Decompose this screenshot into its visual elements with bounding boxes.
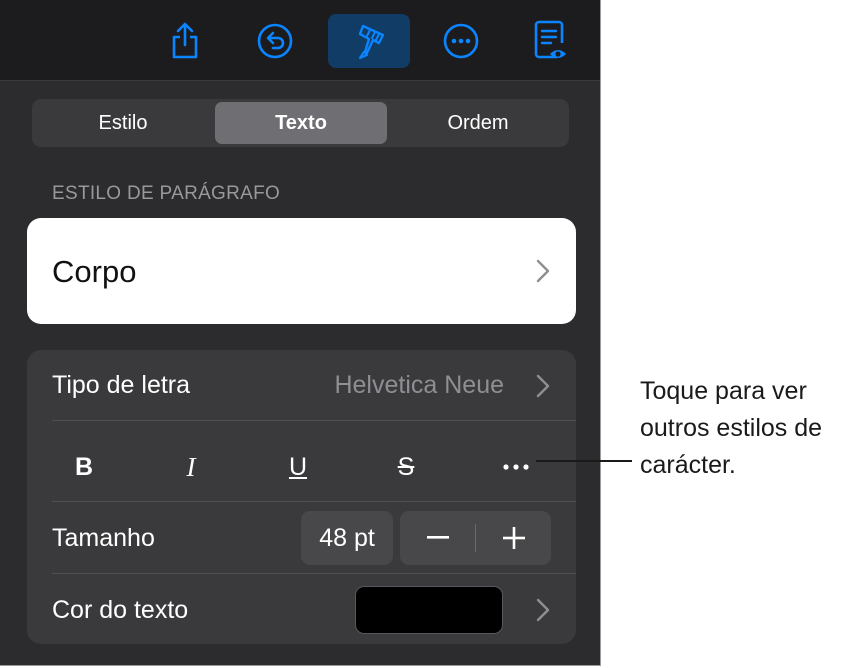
format-content: Estilo Texto Ordem ESTILO DE PARÁGRAFO C… bbox=[0, 81, 600, 665]
text-color-swatch[interactable] bbox=[355, 586, 503, 634]
ellipsis-icon bbox=[503, 464, 529, 470]
callout-text: Toque para ver outros estilos de carácte… bbox=[640, 373, 862, 484]
minus-icon bbox=[426, 536, 449, 539]
callout-line-3: carácter. bbox=[640, 451, 736, 479]
decrease-size-button[interactable] bbox=[400, 511, 475, 565]
chevron-right-icon[interactable] bbox=[536, 598, 550, 622]
toolbar bbox=[0, 0, 600, 81]
text-color-label: Cor do texto bbox=[52, 596, 189, 624]
bold-button[interactable]: B bbox=[54, 447, 114, 487]
size-stepper bbox=[400, 511, 551, 565]
segmented-control: Estilo Texto Ordem bbox=[32, 99, 569, 147]
tab-ordem[interactable]: Ordem bbox=[390, 102, 566, 144]
text-options-group: Tipo de letra Helvetica Neue B I U S Tam… bbox=[27, 350, 576, 644]
callout-line-2: outros estilos de bbox=[640, 414, 823, 442]
divider bbox=[52, 420, 576, 421]
font-value: Helvetica Neue bbox=[334, 371, 504, 399]
strikethrough-button[interactable]: S bbox=[376, 447, 436, 487]
tab-texto[interactable]: Texto bbox=[215, 102, 387, 144]
share-icon bbox=[172, 22, 198, 59]
section-label-paragraph-style: ESTILO DE PARÁGRAFO bbox=[52, 183, 281, 204]
plus-icon bbox=[502, 527, 525, 549]
increase-size-button[interactable] bbox=[476, 511, 551, 565]
more-text-styles-button[interactable] bbox=[486, 447, 546, 487]
callout-line-1: Toque para ver bbox=[640, 377, 807, 405]
format-button[interactable] bbox=[328, 14, 410, 68]
document-view-button[interactable] bbox=[510, 14, 592, 68]
paintbrush-icon bbox=[358, 24, 385, 60]
size-label: Tamanho bbox=[52, 524, 155, 552]
size-value[interactable]: 48 pt bbox=[301, 511, 393, 565]
paragraph-style-button[interactable]: Corpo bbox=[27, 218, 576, 324]
more-button[interactable] bbox=[420, 14, 502, 68]
divider bbox=[52, 501, 576, 502]
chevron-right-icon bbox=[536, 259, 550, 283]
underline-button[interactable]: U bbox=[268, 447, 328, 487]
paragraph-style-value: Corpo bbox=[52, 254, 137, 289]
tab-estilo[interactable]: Estilo bbox=[35, 102, 211, 144]
font-row[interactable]: Tipo de letra Helvetica Neue bbox=[27, 350, 576, 420]
undo-button[interactable] bbox=[234, 14, 316, 68]
callout-line bbox=[536, 460, 632, 462]
format-panel: Estilo Texto Ordem ESTILO DE PARÁGRAFO C… bbox=[0, 0, 601, 666]
more-icon bbox=[443, 23, 479, 59]
font-label: Tipo de letra bbox=[52, 371, 191, 399]
document-view-icon bbox=[534, 20, 566, 59]
chevron-right-icon bbox=[536, 374, 550, 398]
italic-button[interactable]: I bbox=[161, 447, 221, 487]
undo-icon bbox=[257, 23, 293, 59]
share-button[interactable] bbox=[144, 14, 226, 68]
divider bbox=[52, 573, 576, 574]
